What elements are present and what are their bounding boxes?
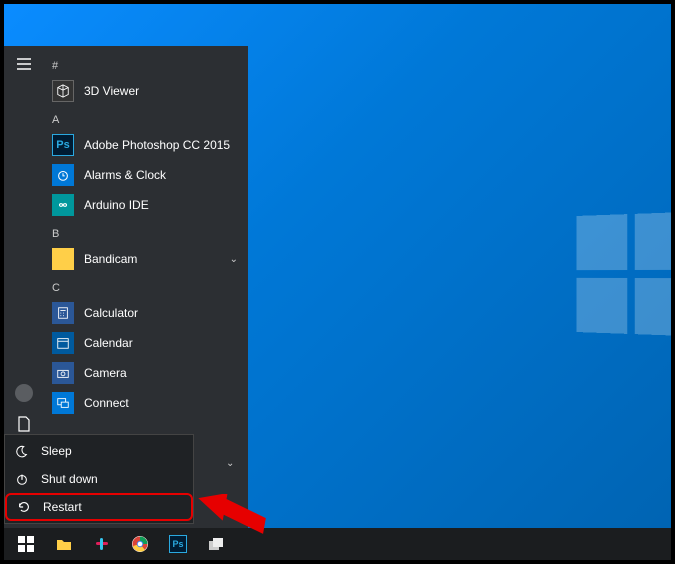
start-button[interactable] [8,529,44,559]
app-label: Alarms & Clock [84,168,248,182]
power-label: Restart [43,500,82,514]
letter-header[interactable]: # [48,52,248,76]
letter-header[interactable]: A [48,106,248,130]
annotation-arrow [196,494,266,544]
calendar-icon [52,332,74,354]
sleep-option[interactable]: Sleep [5,437,193,465]
taskbar-file-explorer[interactable] [46,529,82,559]
app-label: Bandicam [84,252,220,266]
app-label: Arduino IDE [84,198,248,212]
taskbar-slack[interactable] [84,529,120,559]
app-photoshop[interactable]: Ps Adobe Photoshop CC 2015 [48,130,248,160]
app-3d-viewer[interactable]: 3D Viewer [48,76,248,106]
app-label: Calculator [84,306,248,320]
taskbar: Ps [4,528,671,560]
app-label: Camera [84,366,248,380]
app-arduino[interactable]: Arduino IDE [48,190,248,220]
app-camera[interactable]: Camera [48,358,248,388]
folder-icon [52,248,74,270]
app-calendar[interactable]: Calendar [48,328,248,358]
app-bandicam[interactable]: Bandicam ⌄ [48,244,248,274]
power-label: Sleep [41,444,72,458]
power-label: Shut down [41,472,98,486]
hamburger-icon[interactable] [16,56,32,72]
app-label: 3D Viewer [84,84,248,98]
connect-icon [52,392,74,414]
shutdown-option[interactable]: Shut down [5,465,193,493]
restart-icon [17,500,31,514]
taskbar-photoshop[interactable]: Ps [160,529,196,559]
app-label: Calendar [84,336,248,350]
app-alarms[interactable]: Alarms & Clock [48,160,248,190]
windows-wallpaper-logo [576,212,671,336]
app-calculator[interactable]: Calculator [48,298,248,328]
app-connect[interactable]: Connect [48,388,248,418]
restart-option[interactable]: Restart [5,493,193,521]
letter-header[interactable]: C [48,274,248,298]
alarm-icon [52,164,74,186]
calculator-icon [52,302,74,324]
camera-icon [52,362,74,384]
app-label: Connect [84,396,248,410]
app-label: Adobe Photoshop CC 2015 [84,138,248,152]
taskbar-chrome[interactable] [122,529,158,559]
power-menu: Sleep Shut down Restart [4,434,194,524]
desktop: # 3D Viewer A Ps Adobe Photoshop CC 2015… [4,4,671,560]
cube-icon [52,80,74,102]
letter-header[interactable]: B [48,220,248,244]
photoshop-icon: Ps [52,134,74,156]
chevron-down-icon: ⌄ [230,254,238,265]
documents-icon[interactable] [16,416,32,432]
shutdown-icon [15,472,29,486]
sleep-icon [15,444,29,458]
user-avatar[interactable] [15,384,33,402]
arduino-icon [52,194,74,216]
chevron-down-icon[interactable]: ⌄ [226,458,234,469]
